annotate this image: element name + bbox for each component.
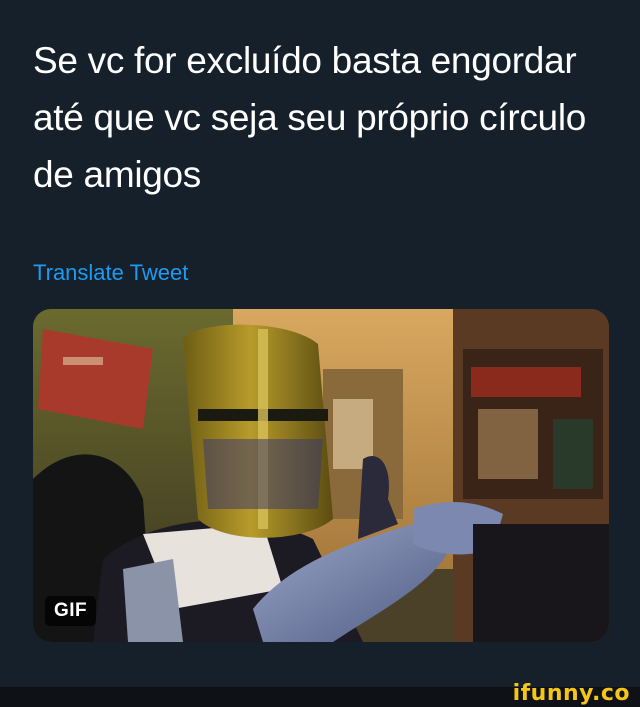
ifunny-watermark: ifunny.co [512, 681, 630, 706]
knight-helmet-image [33, 309, 609, 642]
tweet-text: Se vc for excluído basta engordar até qu… [33, 40, 587, 195]
translate-tweet-link[interactable]: Translate Tweet [33, 258, 188, 288]
tweet-media-gif[interactable]: GIF [33, 309, 609, 642]
gif-badge: GIF [45, 596, 97, 626]
